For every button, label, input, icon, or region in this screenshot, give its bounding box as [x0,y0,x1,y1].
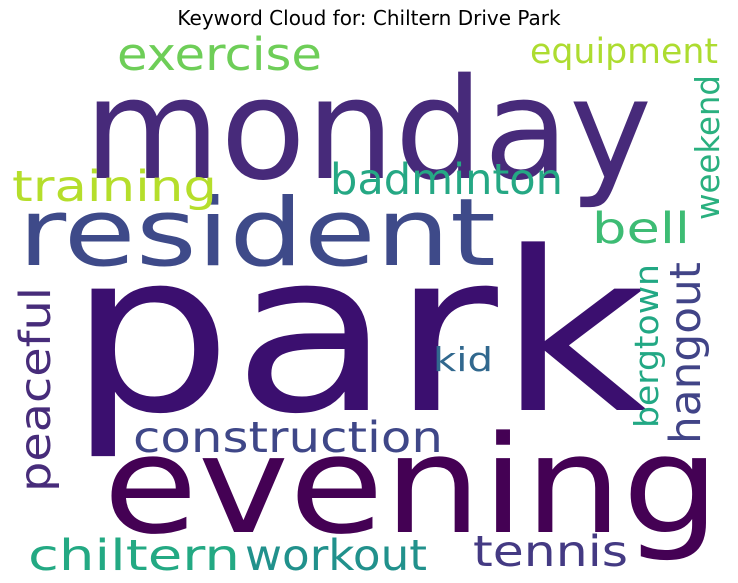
word-training: training [12,162,217,212]
word-tennis: tennis [473,527,628,577]
word-bell: bell [592,204,690,254]
word-exercise: exercise [117,28,322,81]
word-cloud-figure: Keyword Cloud for: Chiltern Drive Park p… [0,0,738,583]
word-peaceful: peaceful [11,287,61,492]
word-construction: construction [133,413,443,463]
word-chiltern: chiltern [28,531,240,581]
word-bergtown: bergtown [627,264,666,428]
word-kid: kid [433,340,493,379]
word-workout: workout [245,531,427,581]
word-equipment: equipment [530,32,718,72]
word-cloud: park monday evening resident exercise eq… [11,28,727,581]
word-badminton: badminton [330,155,563,205]
word-weekend: weekend [688,75,727,220]
word-hangout: hangout [661,262,711,444]
